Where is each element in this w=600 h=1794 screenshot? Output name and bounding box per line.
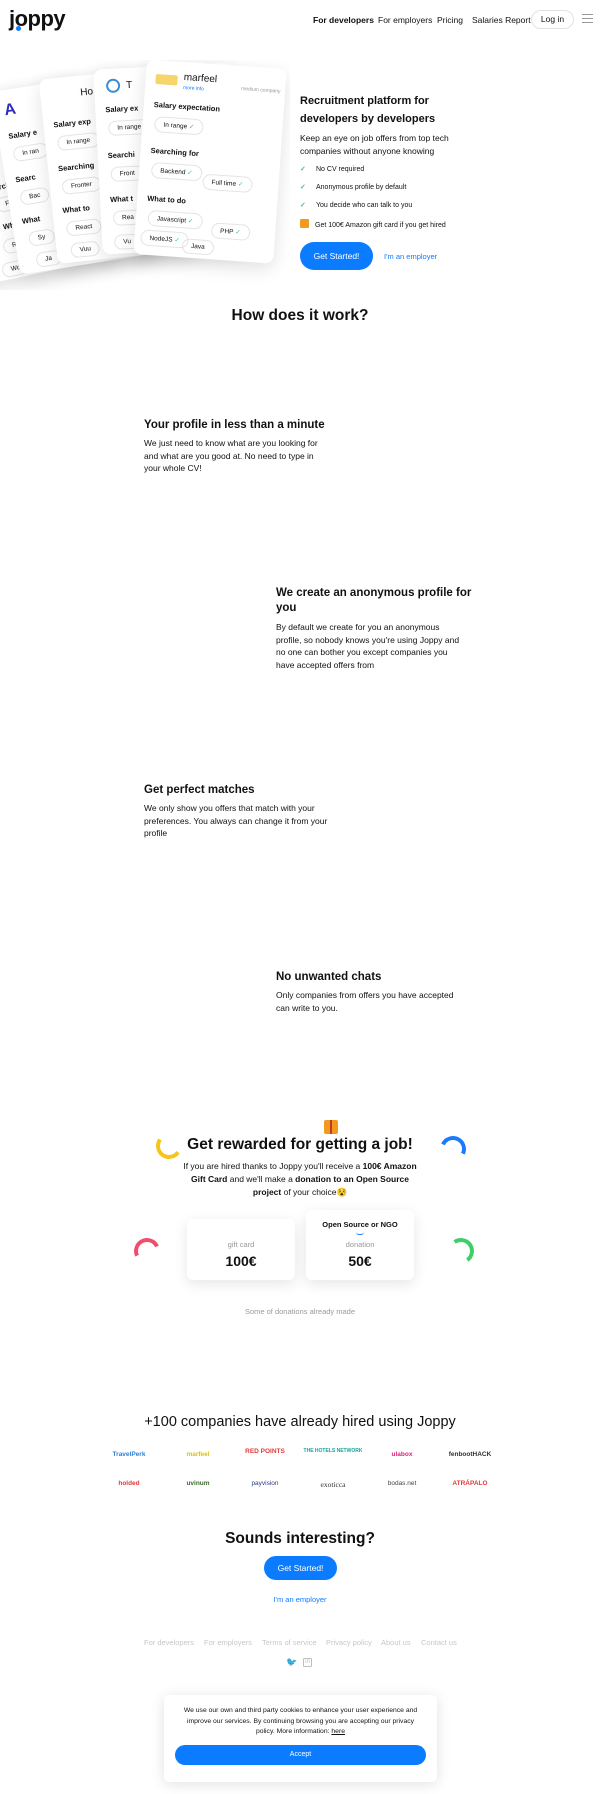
check-icon: ✓ xyxy=(300,166,306,173)
feature-no-cv: ✓ No CV required xyxy=(300,166,365,173)
nav-link-developers[interactable]: For developers xyxy=(313,15,374,25)
cookie-text: We use our own and third party cookies t… xyxy=(183,1707,418,1735)
final-employer-link[interactable]: I'm an employer xyxy=(0,1595,600,1604)
footer-link-about[interactable]: About us xyxy=(381,1638,411,1647)
feature-decide: ✓ You decide who can talk to you xyxy=(300,202,413,209)
card-marfeel: marfeel more info medium company Salary … xyxy=(133,60,287,264)
logo-uvinum: uvinum xyxy=(186,1480,210,1487)
nav-link-salaries[interactable]: Salaries Report xyxy=(472,15,531,25)
logo-marfeel: marfeel xyxy=(186,1451,210,1458)
final-get-started-button[interactable]: Get Started! xyxy=(264,1556,337,1580)
how-title: How does it work? xyxy=(231,307,369,324)
hamburger-menu-icon[interactable] xyxy=(582,14,593,23)
logo-fenboot: fenbootHACK xyxy=(448,1451,492,1458)
logo-atrapalo: ATRÁPALO xyxy=(452,1480,488,1487)
emoji: 😵 xyxy=(336,1187,348,1197)
logo-thehotelsnetwork: THE HOTELS NETWORK xyxy=(303,1448,363,1454)
step-4-title: No unwanted chats xyxy=(276,971,382,983)
step-1-text: We just need to know what are you lookin… xyxy=(144,438,318,473)
marfeel-logo xyxy=(155,74,178,86)
step-3-title: Get perfect matches xyxy=(144,784,255,796)
final-title: Sounds interesting? xyxy=(225,1530,375,1547)
footer-link-developers[interactable]: For developers xyxy=(144,1638,194,1647)
nav-link-employers[interactable]: For employers xyxy=(378,15,432,25)
hero-title: Recruitment platform for developers by d… xyxy=(300,95,436,125)
footer-link-employers[interactable]: For employers xyxy=(204,1638,252,1647)
feature-anonymous: ✓ Anonymous profile by default xyxy=(300,184,407,191)
company-logo: A xyxy=(3,100,18,120)
check-icon: ✓ xyxy=(300,202,306,209)
gift-icon xyxy=(300,219,309,228)
nav-link-pricing[interactable]: Pricing xyxy=(437,15,463,25)
gift-icon xyxy=(324,1120,338,1134)
step-1-title: Your profile in less than a minute xyxy=(144,419,325,431)
balloon-icon xyxy=(105,78,121,94)
hero-cards: e: rch Fullt What Re Wo A Salary e In ra… xyxy=(0,60,290,290)
logo-travelperk: TravelPerk xyxy=(112,1451,146,1458)
employer-link[interactable]: I'm an employer xyxy=(384,252,437,261)
hero-subtitle: Keep an eye on job offers from top tech … xyxy=(300,133,449,156)
step-3-text: We only show you offers that match with … xyxy=(144,803,328,838)
reward-title: Get rewarded for getting a job! xyxy=(187,1136,413,1153)
salary-pill: In range ✓ xyxy=(153,116,205,136)
donations-note: Some of donations already made xyxy=(244,1307,356,1316)
step-4-text: Only companies from offers you have acce… xyxy=(276,990,454,1013)
logo-dot xyxy=(16,26,21,31)
reward-text: If you are hired thanks to Joppy you'll … xyxy=(183,1161,417,1197)
companies-title: +100 companies have already hired using … xyxy=(144,1414,456,1430)
gift-card-box: gift card 100€ xyxy=(187,1219,295,1280)
top-nav: joppy For developers For employers Prici… xyxy=(0,0,600,40)
footer-link-privacy[interactable]: Privacy policy xyxy=(326,1638,372,1647)
footer-link-contact[interactable]: Contact us xyxy=(421,1638,457,1647)
logo-exoticca: exoticca xyxy=(320,1480,346,1489)
cookie-banner: We use our own and third party cookies t… xyxy=(164,1695,437,1782)
logo-ulabox: ulabox xyxy=(391,1451,413,1458)
decor-arc-red xyxy=(130,1234,164,1268)
donation-box: Open Source or NGO donation 50€ xyxy=(306,1210,414,1280)
get-started-button[interactable]: Get Started! xyxy=(300,242,373,270)
footer-link-terms[interactable]: Terms of service xyxy=(262,1638,317,1647)
feature-gift: Get 100€ Amazon gift card if you get hir… xyxy=(300,219,446,229)
cookie-accept-button[interactable]: Accept xyxy=(175,1745,426,1765)
decor-arc-green xyxy=(445,1235,477,1267)
check-icon: ✓ xyxy=(300,184,306,191)
cookie-more-info-link[interactable]: here xyxy=(331,1728,345,1735)
linkedin-icon[interactable]: in xyxy=(303,1658,312,1667)
step-2-title: We create an anonymous profile for you xyxy=(276,587,472,614)
twitter-icon[interactable]: 🐦 xyxy=(286,1658,297,1667)
logo-redpoints: RED POINTS xyxy=(245,1448,285,1455)
logo-holded: holded xyxy=(118,1480,140,1487)
login-button[interactable]: Log in xyxy=(531,10,574,29)
logo-bodas: bodas.net xyxy=(387,1480,417,1487)
logo-payvision: payvision xyxy=(251,1480,279,1487)
step-2-text: By default we create for you an anonymou… xyxy=(276,622,460,670)
